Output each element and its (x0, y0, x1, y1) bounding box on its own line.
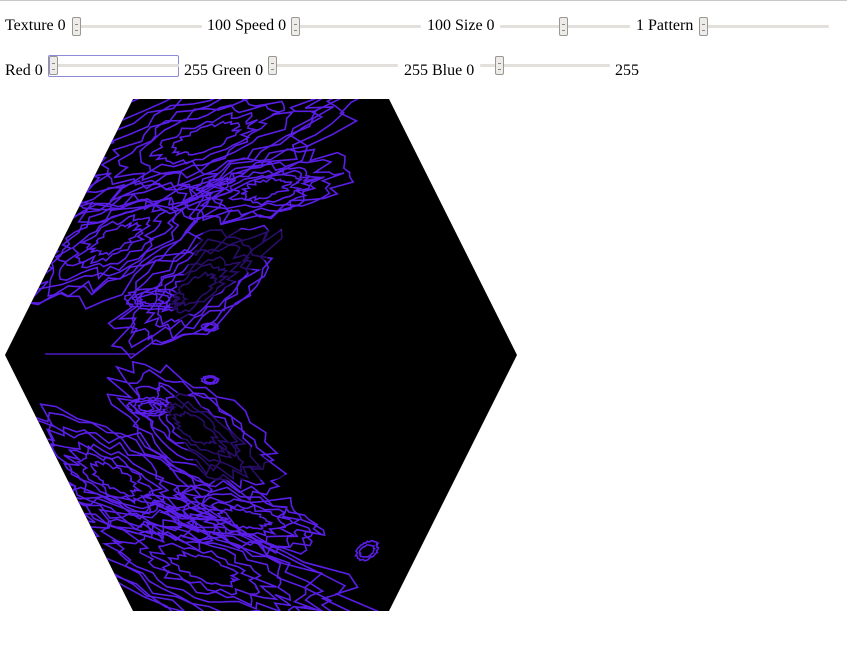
controls-row-1: Texture 0 100 Speed 0 100 Size 0 1 Patte… (0, 17, 847, 41)
size-label: 100 Size 0 (427, 17, 495, 34)
blue-max-label: 255 (615, 62, 639, 79)
hexagon-canvas[interactable] (5, 99, 517, 611)
blue-slider[interactable] (480, 56, 610, 75)
green-slider-thumb[interactable] (268, 56, 277, 75)
green-slider[interactable] (268, 56, 398, 75)
pattern-slider-track (699, 25, 829, 28)
controls-row-2: Red 0 255 Green 0 255 Blue 0 255 (0, 55, 847, 86)
hexagon-render (5, 99, 517, 611)
blue-label: 255 Blue 0 (404, 62, 475, 79)
pattern-slider-thumb[interactable] (699, 17, 708, 36)
speed-slider-track (291, 25, 421, 28)
red-slider-thumb[interactable] (49, 56, 58, 75)
texture-label: Texture 0 (5, 17, 66, 34)
texture-slider[interactable] (72, 17, 202, 36)
green-slider-track (268, 64, 398, 67)
red-label: Red 0 (5, 62, 43, 79)
red-slider[interactable] (49, 56, 179, 75)
red-slider-track (49, 64, 179, 67)
green-label: 255 Green 0 (184, 62, 264, 79)
blue-slider-thumb[interactable] (495, 56, 504, 75)
speed-slider[interactable] (291, 17, 421, 36)
speed-slider-thumb[interactable] (291, 17, 300, 36)
speed-label: 100 Speed 0 (207, 17, 287, 34)
pattern-slider[interactable] (699, 17, 829, 36)
pattern-label: 1 Pattern (636, 17, 694, 34)
size-slider[interactable] (500, 17, 630, 36)
texture-slider-track (72, 25, 202, 28)
top-border (0, 0, 847, 1)
size-slider-thumb[interactable] (559, 17, 568, 36)
texture-slider-thumb[interactable] (72, 17, 81, 36)
